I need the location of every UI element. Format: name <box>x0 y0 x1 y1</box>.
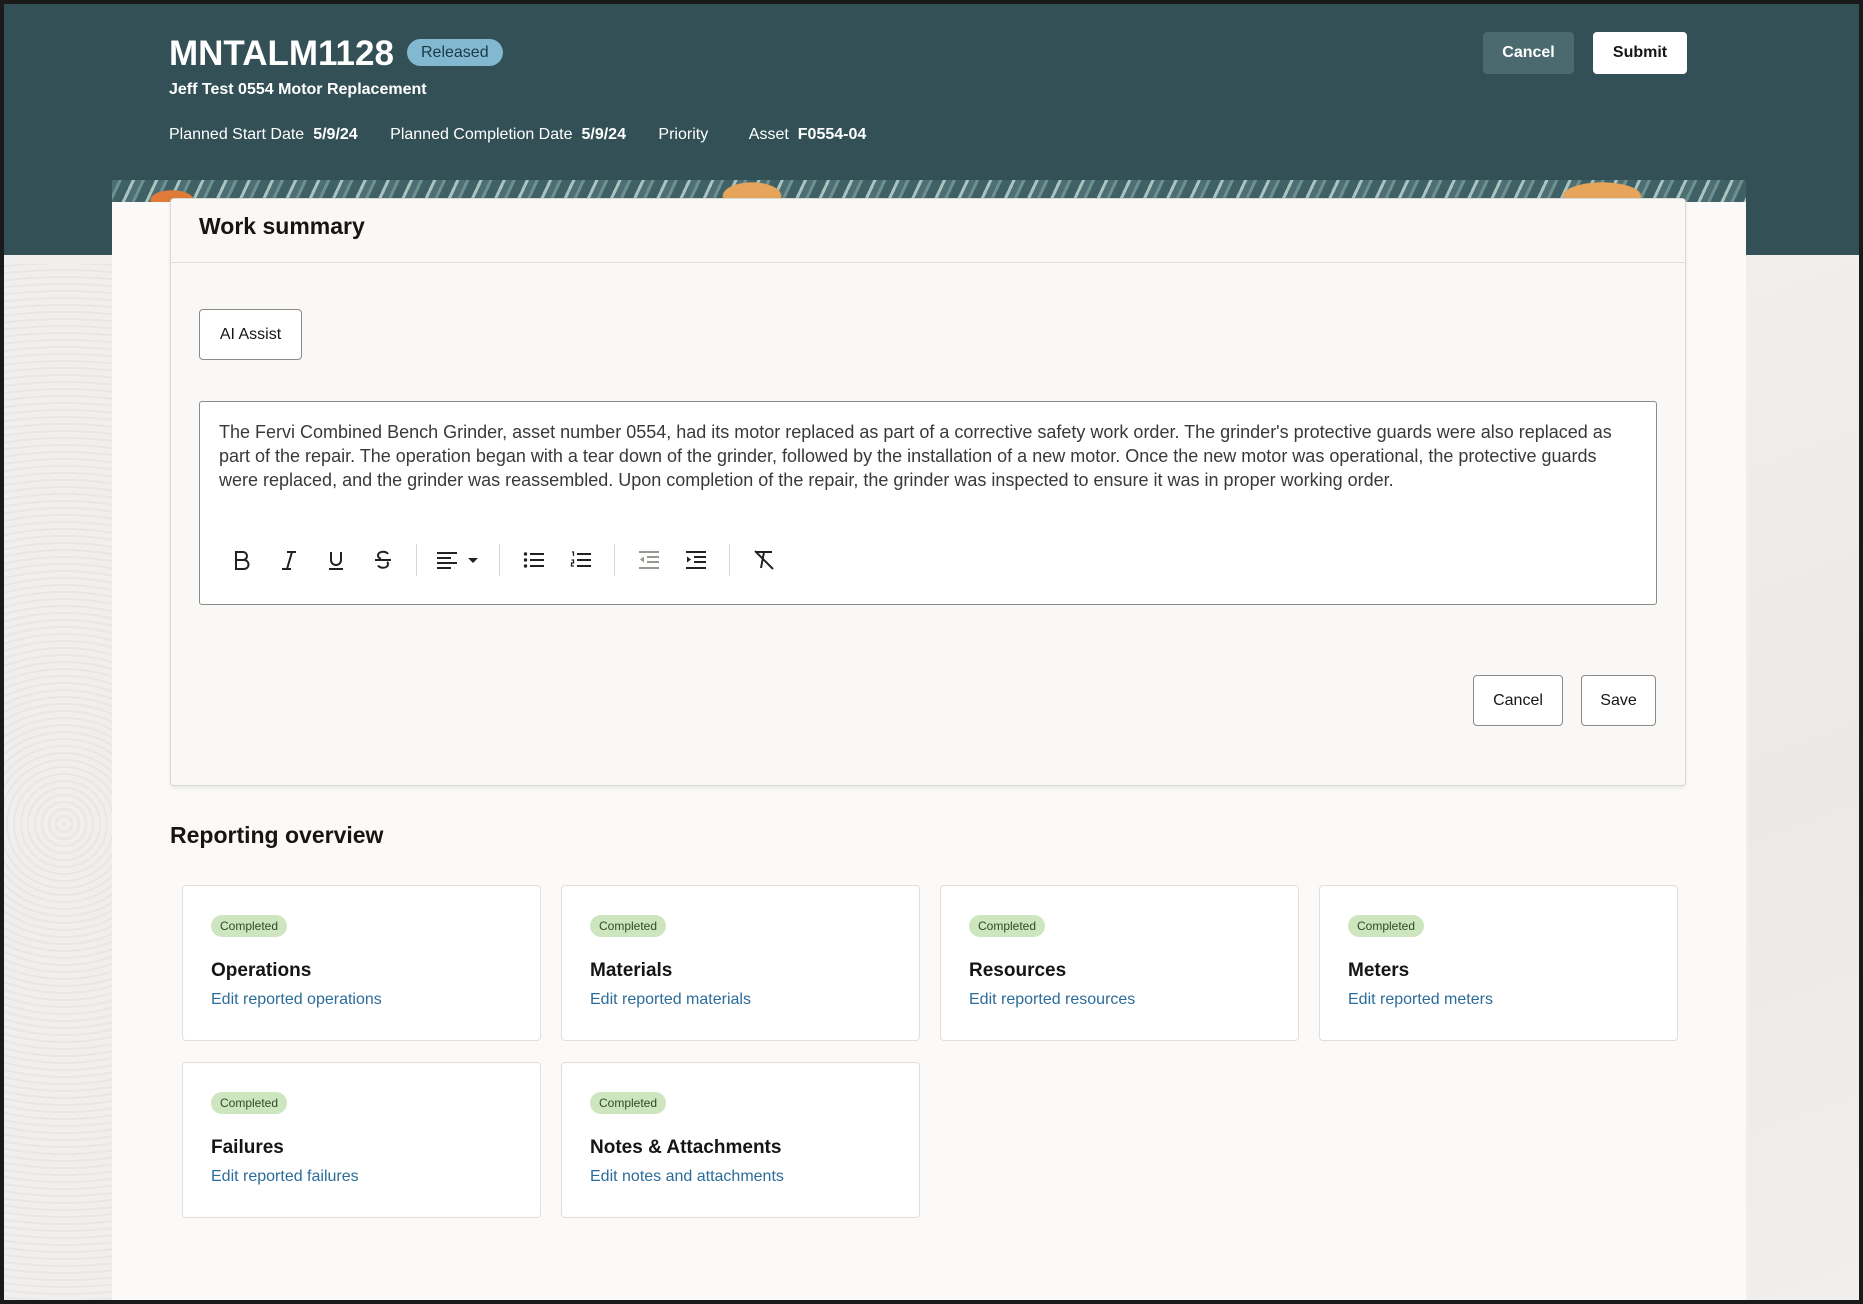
rich-text-editor[interactable]: The Fervi Combined Bench Grinder, asset … <box>199 401 1657 605</box>
planned-completion-label: Planned Completion Date <box>390 126 573 143</box>
edit-materials-link[interactable]: Edit reported materials <box>590 991 751 1009</box>
work-summary-card: Work summary AI Assist The Fervi Combine… <box>170 198 1686 786</box>
toolbar-divider <box>729 544 730 576</box>
asset-value: F0554-04 <box>797 126 867 143</box>
italic-icon[interactable] <box>265 542 312 578</box>
failures-card: Completed Failures Edit reported failure… <box>182 1062 541 1218</box>
status-badge: Completed <box>590 1092 667 1114</box>
card-title: Failures <box>211 1137 284 1158</box>
work-order-meta: Planned Start Date 5/9/24 Planned Complet… <box>169 126 894 144</box>
edit-meters-link[interactable]: Edit reported meters <box>1348 991 1493 1009</box>
operations-card: Completed Operations Edit reported opera… <box>182 885 541 1041</box>
work-order-number: MNTALM1128 <box>169 34 394 73</box>
numbered-list-icon[interactable] <box>557 542 604 578</box>
card-title: Meters <box>1348 960 1410 981</box>
background-pattern-right <box>1749 264 1859 1300</box>
card-title: Resources <box>969 960 1067 981</box>
status-badge: Completed <box>211 1092 288 1114</box>
ai-assist-button[interactable]: AI Assist <box>199 309 302 360</box>
planned-start-label: Planned Start Date <box>169 126 305 143</box>
chevron-down-icon <box>468 558 478 563</box>
formatting-toolbar <box>218 542 787 578</box>
priority-label: Priority <box>658 126 709 143</box>
status-badge: Completed <box>211 915 288 937</box>
save-button[interactable]: Save <box>1581 675 1656 726</box>
submit-button[interactable]: Submit <box>1593 32 1687 74</box>
planned-start-value: 5/9/24 <box>313 126 358 143</box>
edit-failures-link[interactable]: Edit reported failures <box>211 1168 359 1186</box>
materials-card: Completed Materials Edit reported materi… <box>561 885 920 1041</box>
status-badge: Released <box>407 39 503 66</box>
clear-formatting-icon[interactable] <box>740 542 787 578</box>
asset-label: Asset <box>748 126 789 143</box>
card-title: Materials <box>590 960 673 981</box>
status-badge: Completed <box>969 915 1046 937</box>
edit-notes-attachments-link[interactable]: Edit notes and attachments <box>590 1168 784 1186</box>
summary-cancel-button[interactable]: Cancel <box>1473 675 1563 726</box>
background-pattern-left <box>4 264 112 1300</box>
underline-icon[interactable] <box>312 542 359 578</box>
meters-card: Completed Meters Edit reported meters <box>1319 885 1678 1041</box>
align-left-icon <box>437 552 457 569</box>
app-window: MNTALM1128 Released Jeff Test 0554 Motor… <box>4 4 1859 1300</box>
planned-completion-value: 5/9/24 <box>581 126 626 143</box>
toolbar-divider <box>499 544 500 576</box>
bold-icon[interactable] <box>218 542 265 578</box>
edit-resources-link[interactable]: Edit reported resources <box>969 991 1135 1009</box>
strikethrough-icon[interactable] <box>359 542 406 578</box>
card-title: Notes & Attachments <box>590 1137 782 1158</box>
work-summary-text[interactable]: The Fervi Combined Bench Grinder, asset … <box>219 420 1619 492</box>
status-badge: Completed <box>1348 915 1425 937</box>
outdent-icon[interactable] <box>625 542 672 578</box>
align-dropdown[interactable] <box>427 542 489 578</box>
toolbar-divider <box>614 544 615 576</box>
indent-icon[interactable] <box>672 542 719 578</box>
edit-operations-link[interactable]: Edit reported operations <box>211 991 382 1009</box>
header-cancel-button[interactable]: Cancel <box>1483 32 1574 74</box>
resources-card: Completed Resources Edit reported resour… <box>940 885 1299 1041</box>
work-order-description: Jeff Test 0554 Motor Replacement <box>169 81 427 98</box>
bullet-list-icon[interactable] <box>510 542 557 578</box>
reporting-overview-title: Reporting overview <box>170 822 384 848</box>
main-content: Work summary AI Assist The Fervi Combine… <box>112 198 1746 1300</box>
work-summary-title: Work summary <box>199 213 365 239</box>
status-badge: Completed <box>590 915 667 937</box>
notes-attachments-card: Completed Notes & Attachments Edit notes… <box>561 1062 920 1218</box>
divider <box>171 262 1685 263</box>
card-title: Operations <box>211 960 312 981</box>
toolbar-divider <box>416 544 417 576</box>
